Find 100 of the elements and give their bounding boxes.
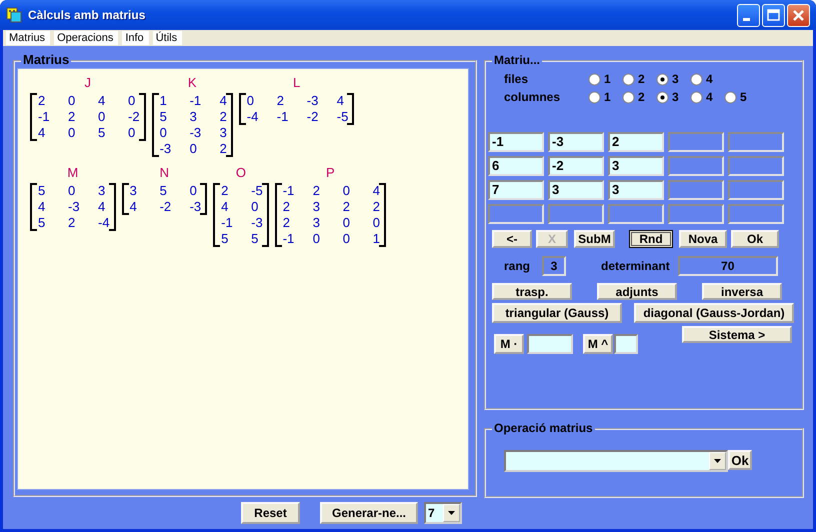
radio-option[interactable]: 3 (656, 90, 690, 104)
matrix-entry: 5 (98, 125, 106, 141)
matrix-entry: 5 (160, 109, 168, 125)
maximize-button[interactable] (762, 4, 785, 26)
cell-field[interactable] (668, 204, 724, 224)
matrix-entry: 5 (38, 183, 46, 199)
matrix-entry: 0 (128, 93, 136, 109)
matrix-entry: -3 (190, 199, 202, 215)
cell-field[interactable]: -3 (548, 132, 604, 152)
matrix-entry: -2 (306, 109, 320, 125)
matrix-entry: 2 (68, 215, 76, 231)
matrix-entry: 4 (38, 125, 46, 141)
cell-field[interactable]: 6 (488, 156, 544, 176)
cell-field[interactable] (608, 204, 664, 224)
minimize-button[interactable] (737, 4, 760, 26)
cell-field[interactable] (728, 180, 784, 200)
matrix-entry: -5 (251, 183, 263, 199)
radio-option[interactable]: 2 (622, 72, 656, 86)
matrix-name: L (292, 75, 300, 91)
reset-button[interactable]: Reset (241, 502, 300, 524)
group-title: Matrius (21, 53, 72, 67)
matrix-entry: -1 (276, 109, 290, 125)
matrix-entry: 0 (68, 93, 76, 109)
multiply-button[interactable]: M · (494, 334, 524, 354)
rank-value: 3 (542, 256, 566, 276)
ok-button[interactable]: Ok (728, 450, 752, 470)
radio-option[interactable]: 4 (690, 72, 724, 86)
matrix-entry: 4 (221, 199, 230, 215)
matrix-entry: 5 (160, 183, 168, 199)
system-button[interactable]: Sistema > (682, 326, 792, 343)
operation-button[interactable]: trasp. (492, 283, 572, 300)
matrix-entry: 3 (98, 183, 106, 199)
matrix-entry: 2 (276, 93, 286, 109)
matrix-entry: 2 (282, 199, 291, 215)
count-dropdown[interactable]: 7 (424, 502, 462, 524)
close-button[interactable] (787, 4, 810, 26)
radio-option[interactable]: 1 (588, 72, 622, 86)
menu-item[interactable]: Operacions (54, 31, 118, 45)
cell-field[interactable] (668, 132, 724, 152)
matrix-entry: 2 (221, 183, 230, 199)
matrix-entry: 0 (128, 125, 136, 141)
exponent-field[interactable] (614, 334, 638, 354)
menu-item[interactable]: Info (122, 31, 149, 45)
determinant-label: determinant (601, 259, 670, 273)
scalar-field[interactable] (527, 334, 573, 354)
matrix-entry: 0 (68, 183, 76, 199)
menu-item[interactable]: Matrius (6, 31, 50, 45)
matrix-name: O (236, 165, 246, 181)
radio-option[interactable]: 5 (724, 90, 758, 104)
diagonal-button[interactable]: diagonal (Gauss-Jordan) (634, 303, 794, 323)
matrix-entry: 0 (190, 141, 198, 157)
cell-field[interactable]: -1 (488, 132, 544, 152)
cell-field[interactable] (728, 204, 784, 224)
matrix-entry: 0 (342, 231, 351, 247)
generate-button[interactable]: Generar-ne... (320, 502, 418, 524)
matrix-entry: 5 (251, 231, 260, 247)
minimize-icon (742, 18, 750, 20)
matrix-entry: -3 (160, 141, 172, 157)
cell-field[interactable] (548, 204, 604, 224)
operation-button[interactable]: inversa (702, 283, 782, 300)
matrix-entry: -3 (251, 215, 263, 231)
menu-item[interactable]: Útils (152, 31, 182, 45)
group-title: Operació matrius (492, 421, 595, 435)
matrix-entry: 0 (372, 215, 380, 231)
cell-field[interactable]: 3 (608, 180, 664, 200)
matrix-entry: 0 (342, 215, 351, 231)
cell-field[interactable]: -2 (548, 156, 604, 176)
cell-field[interactable] (728, 132, 784, 152)
cell-field[interactable]: 3 (608, 156, 664, 176)
radio-option[interactable]: 4 (690, 90, 724, 104)
editor-button[interactable]: Nova (679, 230, 727, 248)
radio-option[interactable]: 2 (622, 90, 656, 104)
editor-button[interactable]: Ok (731, 230, 779, 248)
matrix-name: K (188, 75, 197, 91)
power-button[interactable]: M ^ (583, 334, 613, 354)
cell-field[interactable] (668, 180, 724, 200)
operation-button[interactable]: adjunts (597, 283, 677, 300)
matrix-entry: 4 (98, 93, 106, 109)
triangular-button[interactable]: triangular (Gauss) (492, 303, 622, 323)
cell-field[interactable] (488, 204, 544, 224)
cell-field[interactable]: 3 (548, 180, 604, 200)
matrix-entry: 2 (312, 183, 321, 199)
matrix-entry: -3 (68, 199, 81, 215)
matrix-entry: -3 (306, 93, 320, 109)
cell-field[interactable] (728, 156, 784, 176)
cell-field[interactable]: 2 (608, 132, 664, 152)
editor-button[interactable]: <- (492, 230, 532, 248)
editor-button[interactable]: SubM (574, 230, 615, 248)
radio-option[interactable]: 3 (656, 72, 690, 86)
cell-field[interactable]: 7 (488, 180, 544, 200)
cell-field[interactable] (668, 156, 724, 176)
window-title: Càlculs amb matrius (28, 8, 146, 22)
editor-button[interactable]: Rnd (629, 230, 673, 248)
matrix-entry: 5 (221, 231, 230, 247)
matrix-name: P (326, 165, 335, 181)
operation-dropdown[interactable] (504, 450, 728, 472)
matrix-entry: 4 (130, 199, 138, 215)
matrix-entry: -1 (282, 231, 296, 247)
radio-option[interactable]: 1 (588, 90, 622, 104)
matrix-entry: 5 (38, 215, 46, 231)
